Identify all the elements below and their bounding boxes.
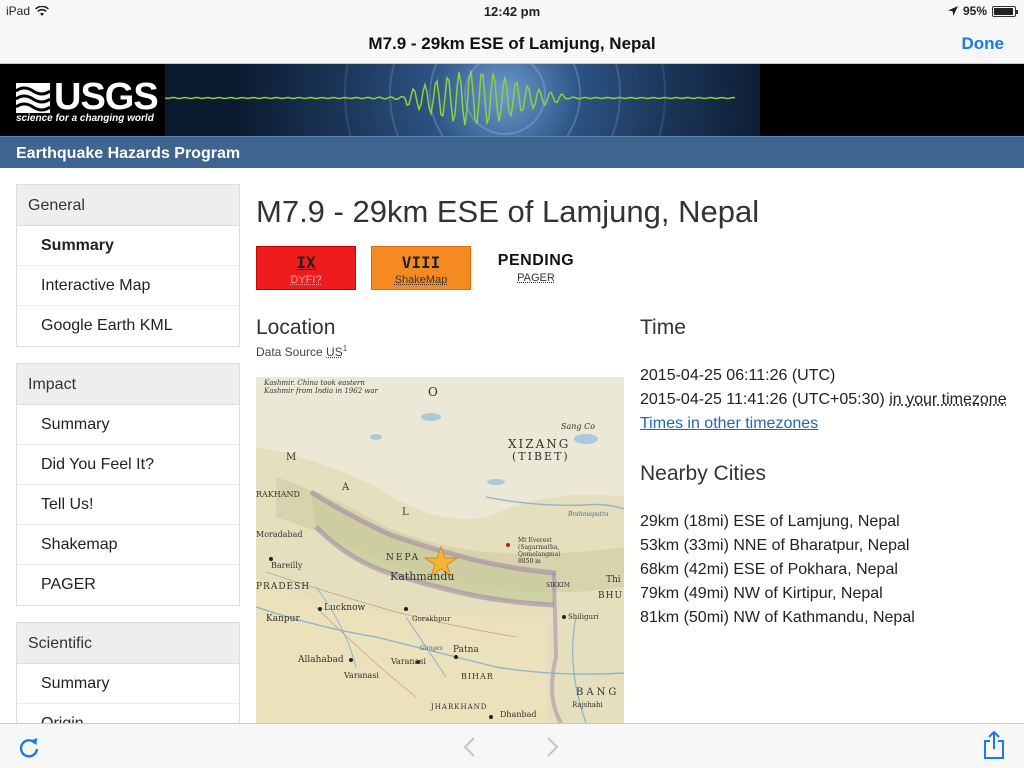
data-source-footnote: 1	[342, 344, 348, 353]
sidebar-item-pager[interactable]: PAGER	[17, 565, 239, 605]
location-map[interactable]: Kashmir. China took eastern Kashmir from…	[256, 377, 624, 723]
nav-group-head-scientific: Scientific	[17, 623, 239, 664]
map-label-kashmir: Kashmir. China took eastern Kashmir from…	[264, 379, 378, 395]
time-utc: 2015-04-25 06:11:26 (UTC)	[640, 367, 836, 384]
done-button[interactable]: Done	[962, 34, 1005, 54]
nav-group-head-general: General	[17, 185, 239, 226]
sidebar-item-origin[interactable]: Origin	[17, 704, 239, 723]
back-icon[interactable]	[462, 736, 478, 758]
bottom-toolbar	[0, 723, 1024, 768]
nearby-city: 79km (49mi) NW of Kirtipur, Nepal	[640, 585, 883, 602]
dyfi-level: IX	[296, 253, 316, 272]
map-label-moradabad: Moradabad	[256, 530, 303, 539]
program-bar: Earthquake Hazards Program	[0, 136, 1024, 168]
sidebar-item-interactive-map[interactable]: Interactive Map	[17, 266, 239, 306]
nav-title: M7.9 - 29km ESE of Lamjung, Nepal	[368, 34, 656, 53]
sidebar-item-shakemap[interactable]: Shakemap	[17, 525, 239, 565]
shakemap-level: VIII	[401, 253, 441, 272]
sidebar-item-general-summary[interactable]: Summary	[17, 226, 239, 266]
seismogram-graphic	[164, 64, 760, 136]
nearby-city: 68km (42mi) ESE of Pokhara, Nepal	[640, 561, 898, 578]
pager-label: PAGER	[517, 272, 555, 284]
map-label-sang-co: Sang Co	[561, 422, 596, 431]
map-label-o: O	[428, 385, 438, 399]
dyfi-badge[interactable]: IX DYFI?	[256, 246, 356, 290]
map-label-jharkhand: JHARKHAND	[431, 703, 488, 711]
map-label-everest: Mt Everest (Sagarmatha, Qomolangma)	[518, 537, 561, 558]
map-label-brahmaputra: Brahmaputra	[568, 511, 609, 518]
time-local-suffix[interactable]: in your timezone	[889, 391, 1006, 408]
map-label-patna: Patna	[453, 645, 479, 655]
map-label-bang: BANG	[576, 687, 620, 698]
sidebar-item-did-you-feel-it[interactable]: Did You Feel It?	[17, 445, 239, 485]
time-heading: Time	[640, 316, 686, 339]
battery-icon	[992, 5, 1018, 17]
sidebar-item-google-earth-kml[interactable]: Google Earth KML	[17, 306, 239, 346]
map-label-varanasi: Varanasi	[391, 657, 426, 666]
shakemap-badge[interactable]: VIII ShakeMap	[371, 246, 471, 290]
nav-group-general: General Summary Interactive Map Google E…	[16, 184, 240, 347]
location-heading: Location	[256, 316, 336, 339]
map-label-kanpur: Kanpur	[266, 614, 300, 624]
map-label-sikkim: SIKKIM	[546, 582, 570, 589]
sidebar-item-impact-summary[interactable]: Summary	[17, 405, 239, 445]
nearby-city: 81km (50mi) NW of Kathmandu, Nepal	[640, 609, 915, 626]
data-source: Data Source US1	[256, 344, 347, 359]
nav-group-head-impact: Impact	[17, 364, 239, 405]
map-label-varanasi-2: Varanasi	[344, 671, 379, 680]
battery-percent: 95%	[962, 4, 987, 18]
clock: 12:42 pm	[483, 4, 541, 19]
usgs-logo[interactable]: USGS science for a changing world	[0, 64, 165, 136]
page-title: M7.9 - 29km ESE of Lamjung, Nepal	[256, 194, 760, 229]
pager-level: PENDING	[497, 252, 575, 269]
map-label-bareilly: Bareilly	[271, 561, 303, 570]
navigation-bar: M7.9 - 29km ESE of Lamjung, Nepal Done	[0, 22, 1024, 64]
map-label-thi: Thi	[606, 575, 621, 585]
time-local: 2015-04-25 11:41:26 (UTC+05:30) in your …	[640, 391, 1007, 409]
map-label-dhanbad: Dhanbad	[500, 710, 537, 719]
map-label-rajshahi: Rajshahi	[572, 701, 603, 709]
usgs-tagline: science for a changing world	[16, 113, 154, 124]
status-bar: iPad 12:42 pm 95%	[0, 0, 1024, 22]
map-label-a: A	[342, 482, 350, 493]
map-label-ganges: Ganges	[420, 645, 443, 652]
map-label-l: L	[402, 507, 409, 518]
map-label-bihar: BIHAR	[461, 672, 494, 681]
map-label-nepa: NEPA	[386, 553, 421, 563]
map-label-gorakhpur: Gorakhpur	[412, 615, 451, 623]
shakemap-label: ShakeMap	[394, 274, 448, 286]
map-label-m: M	[286, 452, 297, 463]
dyfi-label: DYFI?	[290, 274, 322, 286]
map-label-tibet: (TIBET)	[512, 450, 570, 463]
time-local-value: 2015-04-25 11:41:26 (UTC+05:30)	[640, 391, 885, 408]
nav-group-impact: Impact Summary Did You Feel It? Tell Us!…	[16, 363, 240, 606]
share-icon[interactable]	[982, 730, 1006, 760]
map-label-pradesh: PRADESH	[256, 582, 311, 592]
map-label-kathmandu: Kathmandu	[390, 570, 455, 583]
map-label-allahabad: Allahabad	[298, 655, 344, 665]
pager-badge[interactable]: PENDING PAGER	[486, 246, 586, 290]
nearby-cities-heading: Nearby Cities	[640, 462, 767, 485]
usgs-banner: USGS science for a changing world	[0, 64, 1024, 136]
data-source-label: Data Source	[256, 345, 323, 359]
forward-icon[interactable]	[544, 736, 560, 758]
map-label-xizang: XIZANG	[508, 437, 571, 451]
map-label-everest-elev: 8850 m	[518, 558, 541, 565]
map-label-rakhand: RAKHAND	[256, 490, 300, 499]
map-label-bhu: BHU	[598, 591, 624, 601]
map-label-lucknow: Lucknow	[324, 603, 366, 613]
location-arrow-icon	[947, 6, 958, 16]
sidebar-item-scientific-summary[interactable]: Summary	[17, 664, 239, 704]
map-label-shiliguri: Shiliguri	[568, 613, 599, 621]
sidebar-item-tell-us[interactable]: Tell Us!	[17, 485, 239, 525]
nearby-city: 29km (18mi) ESE of Lamjung, Nepal	[640, 513, 900, 530]
reload-icon[interactable]	[18, 735, 40, 759]
battery-level	[994, 7, 1013, 15]
nearby-city: 53km (33mi) NNE of Bharatpur, Nepal	[640, 537, 910, 554]
other-timezones-link[interactable]: Times in other timezones	[640, 415, 818, 433]
program-title[interactable]: Earthquake Hazards Program	[16, 145, 240, 163]
nav-group-scientific: Scientific Summary Origin	[16, 622, 240, 723]
usgs-wave-icon	[16, 82, 50, 113]
data-source-network[interactable]: US	[326, 345, 343, 359]
